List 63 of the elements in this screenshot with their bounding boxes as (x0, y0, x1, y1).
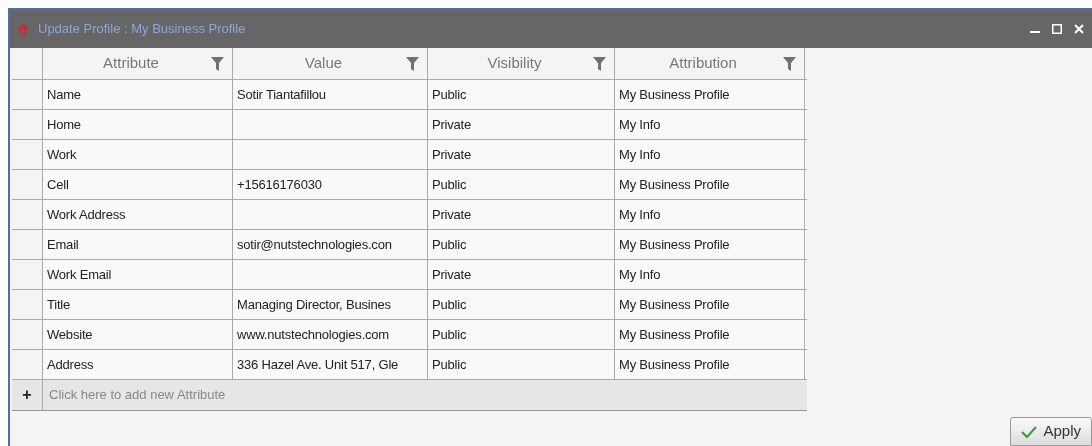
apply-button[interactable]: Apply (1010, 417, 1092, 446)
table-cell-text: My Info (619, 145, 661, 164)
row-header[interactable] (12, 200, 43, 229)
table-cell-text: Private (432, 265, 472, 284)
table-cell-text: My Info (619, 115, 661, 134)
table-cell-text: Public (432, 85, 467, 104)
table-cell-text: My Business Profile (619, 325, 730, 344)
column-header[interactable]: Attribute (43, 48, 233, 79)
filter-icon[interactable] (406, 56, 419, 71)
add-attribute-prompt: Click here to add new Attribute (49, 386, 226, 405)
table-cell-text: +15616176030 (237, 175, 322, 194)
table-cell-text: Sotir Tiantafillou (237, 85, 326, 104)
row-header[interactable] (12, 140, 43, 169)
row-header[interactable] (12, 110, 43, 139)
table-cell-text: Website (47, 325, 93, 344)
table-cell-text: Name (47, 85, 81, 104)
table-cell-text: Cell (47, 175, 69, 194)
column-header[interactable]: Attribution (615, 48, 805, 79)
column-header[interactable]: Visibility (428, 48, 615, 79)
table-cell-text: www.nutstechnologies.com (237, 325, 389, 344)
row-header[interactable] (12, 230, 43, 259)
filter-icon[interactable] (783, 56, 796, 71)
table-cell-text: Title (47, 295, 71, 314)
table-cell-text: My Info (619, 205, 661, 224)
filter-icon[interactable] (211, 56, 224, 71)
row-header[interactable] (12, 170, 43, 199)
table-cell-text: My Business Profile (619, 175, 730, 194)
table-cell-text: Private (432, 115, 472, 134)
row-header[interactable] (12, 320, 43, 349)
table-cell-text: Work (47, 145, 77, 164)
plus-icon: + (22, 383, 32, 407)
column-header[interactable]: Value (233, 48, 428, 79)
table-cell-text: Public (432, 235, 467, 254)
table-cell-text: My Info (619, 265, 661, 284)
row-header[interactable] (12, 80, 43, 109)
table-cell-text: Address (47, 355, 94, 374)
acorn-icon (18, 22, 28, 36)
table-cell-text: Work Email (47, 265, 112, 284)
filter-icon[interactable] (593, 56, 606, 71)
table-cell-text: sotir@nutstechnologies.con (237, 235, 392, 254)
table-cell-text: My Business Profile (619, 355, 730, 374)
table-cell-text: Work Address (47, 205, 126, 224)
table-cell-text: Home (47, 115, 81, 134)
row-header[interactable] (12, 260, 43, 289)
table-cell-text: Private (432, 145, 472, 164)
table-cell-text: Public (432, 295, 467, 314)
table-cell-text: Email (47, 235, 79, 254)
table-cell-text: Managing Director, Busines (237, 295, 391, 314)
checkmark-icon (1021, 425, 1038, 438)
row-header[interactable] (12, 350, 43, 379)
table-cell-text: Private (432, 205, 472, 224)
row-header[interactable] (12, 290, 43, 319)
add-row[interactable]: + Click here to add new Attribute (12, 380, 807, 410)
table-cell-text: Public (432, 175, 467, 194)
window-title: Update Profile : My Business Profile (38, 20, 246, 39)
table-cell-text: Public (432, 355, 467, 374)
table-cell-text: 336 Hazel Ave. Unit 517, Gle (237, 355, 399, 374)
table-cell-text: My Business Profile (619, 85, 730, 104)
table-cell-text: My Business Profile (619, 295, 730, 314)
table-cell-text: My Business Profile (619, 235, 730, 254)
close-icon[interactable] (1074, 24, 1084, 34)
table-cell-text: Public (432, 325, 467, 344)
maximize-icon[interactable] (1052, 24, 1062, 34)
